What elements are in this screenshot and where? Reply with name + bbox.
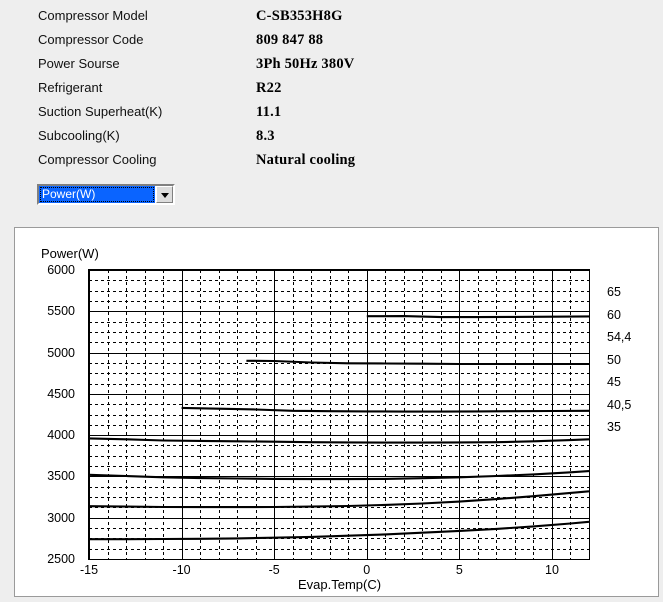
spec-label-power-sourse: Power Sourse bbox=[38, 52, 253, 76]
spec-value-refrigerant: R22 bbox=[256, 76, 282, 100]
spec-value-subcooling: 8.3 bbox=[256, 124, 275, 148]
chart-series-dropdown-value: Power(W) bbox=[42, 187, 95, 202]
chart-x-tick-label: 5 bbox=[456, 563, 463, 577]
spec-label-subcooling: Subcooling(K) bbox=[38, 124, 253, 148]
chart-legend-item: 40,5 bbox=[607, 398, 631, 412]
chart-y-tick-label: 4500 bbox=[47, 387, 75, 401]
chart-y-tick-label: 5500 bbox=[47, 304, 75, 318]
chart-x-axis-title: Evap.Temp(C) bbox=[298, 577, 381, 592]
chart-x-tick-label: 0 bbox=[363, 563, 370, 577]
chart-x-tick-label: 10 bbox=[545, 563, 559, 577]
chart-y-axis-ticks: 25003000350040004500500055006000 bbox=[15, 269, 83, 560]
chart-x-tick-label: -10 bbox=[173, 563, 191, 577]
chart-x-tick-label: -5 bbox=[269, 563, 280, 577]
chart-legend: 65 60 54,4 50 45 40,5 35 bbox=[607, 278, 662, 528]
chart-legend-item: 60 bbox=[607, 308, 621, 322]
chevron-down-glyph bbox=[161, 193, 169, 198]
spec-value-compressor-model: C-SB353H8G bbox=[256, 4, 343, 28]
spec-label-compressor-code: Compressor Code bbox=[38, 28, 253, 52]
chart-legend-item: 54,4 bbox=[607, 330, 631, 344]
spec-value-power-sourse: 3Ph 50Hz 380V bbox=[256, 52, 354, 76]
chart-panel: Power(W) 2500300035004000450050005500600… bbox=[14, 227, 659, 597]
spec-label-refrigerant: Refrigerant bbox=[38, 76, 253, 100]
chart-series-dropdown-value-box[interactable]: Power(W) bbox=[39, 186, 155, 203]
chart-plot-area bbox=[88, 269, 590, 560]
spec-label-compressor-model: Compressor Model bbox=[38, 4, 253, 28]
chart-legend-item: 65 bbox=[607, 285, 621, 299]
chart-legend-item: 45 bbox=[607, 375, 621, 389]
chart-y-tick-label: 2500 bbox=[47, 552, 75, 566]
spec-value-suction-superheat: 11.1 bbox=[256, 100, 281, 124]
chart-y-tick-label: 3000 bbox=[47, 511, 75, 525]
chart-x-tick-label: -15 bbox=[80, 563, 98, 577]
chevron-down-icon[interactable] bbox=[156, 186, 173, 203]
chart-svg bbox=[89, 270, 589, 559]
chart-legend-item: 35 bbox=[607, 420, 621, 434]
chart-legend-item: 50 bbox=[607, 353, 621, 367]
chart-y-tick-label: 6000 bbox=[47, 263, 75, 277]
chart-y-tick-label: 5000 bbox=[47, 346, 75, 360]
chart-y-tick-label: 4000 bbox=[47, 428, 75, 442]
spec-value-compressor-cooling: Natural cooling bbox=[256, 148, 355, 172]
chart-grid-minor bbox=[89, 270, 589, 559]
chart-series-line bbox=[246, 361, 589, 364]
spec-value-compressor-code: 809 847 88 bbox=[256, 28, 323, 52]
chart-series-line bbox=[367, 316, 589, 317]
chart-y-tick-label: 3500 bbox=[47, 469, 75, 483]
spec-label-compressor-cooling: Compressor Cooling bbox=[38, 148, 253, 172]
spec-label-suction-superheat: Suction Superheat(K) bbox=[38, 100, 253, 124]
chart-series-dropdown[interactable]: Power(W) bbox=[37, 184, 175, 205]
chart-y-axis-title: Power(W) bbox=[41, 246, 99, 261]
